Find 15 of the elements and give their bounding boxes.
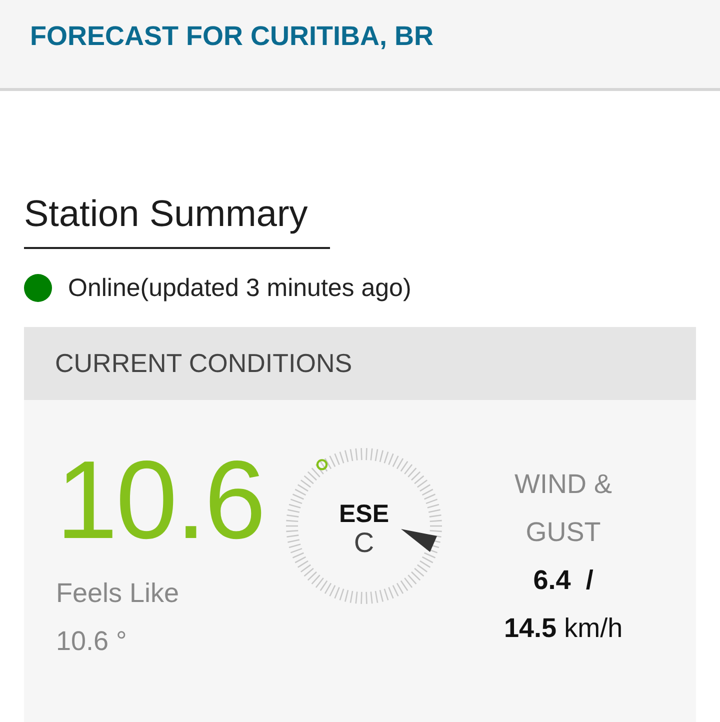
temperature-value: 10.6 (56, 444, 264, 556)
feels-like-label: Feels Like (56, 578, 180, 608)
page-title: FORECAST FOR CURITIBA, BR (29, 20, 434, 52)
wind-direction: ESE (338, 500, 390, 528)
feels-like-value: 10.6 ° (56, 626, 127, 656)
degree-sign: ° (314, 454, 330, 494)
section-heading: Station Summary (24, 193, 330, 249)
gust-speed: 14.5 km/h (504, 613, 623, 643)
wind-speed: 6.4 / (533, 565, 594, 595)
pointer-icon (401, 529, 437, 552)
card-title: CURRENT CONDITIONS (55, 348, 352, 378)
status-text: Online(updated 3 minutes ago) (68, 274, 412, 302)
temperature-unit: C (354, 528, 374, 558)
wind-label: WIND & (514, 469, 612, 499)
wind-label: GUST (526, 517, 601, 547)
